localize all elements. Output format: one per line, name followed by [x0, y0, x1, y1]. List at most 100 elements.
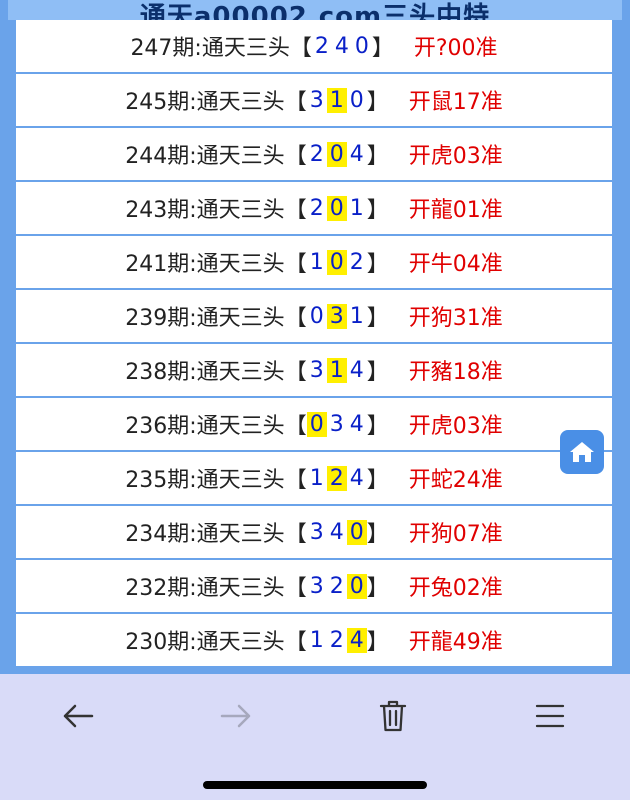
- list-item: 236期:通天三头【0 3 4】开虎03准: [14, 398, 614, 450]
- bracket-close: 】: [366, 522, 389, 547]
- result-label: 开虎03准: [408, 414, 503, 439]
- number: 3: [309, 573, 324, 599]
- highlighted-number: 0: [326, 195, 347, 221]
- highlighted-number: 0: [326, 141, 347, 167]
- bracket-close: 】: [366, 198, 389, 223]
- number: 2: [314, 33, 329, 59]
- menu-button[interactable]: [522, 694, 578, 738]
- bracket-open: 【: [284, 414, 307, 439]
- highlighted-number: 2: [326, 465, 347, 491]
- result-label: 开兔02准: [408, 576, 503, 601]
- bracket-open: 【: [284, 576, 307, 601]
- home-indicator: [203, 781, 427, 789]
- list-item: 245期:通天三头【3 1 0】开鼠17准: [14, 74, 614, 126]
- result-label: 开?00准: [413, 36, 498, 61]
- number: 1: [349, 303, 364, 329]
- issue-label: 232期:通天三头: [125, 576, 285, 601]
- number: 1: [309, 249, 324, 275]
- number: 0: [354, 33, 369, 59]
- bracket-close: 】: [366, 144, 389, 169]
- number: 3: [309, 519, 324, 545]
- page-header: 通天a00002.com三头中特: [8, 0, 622, 20]
- bracket-open: 【: [284, 252, 307, 277]
- issue-label: 243期:通天三头: [125, 198, 285, 223]
- number: 1: [349, 195, 364, 221]
- number: 0: [309, 303, 324, 329]
- bracket-close: 】: [366, 252, 389, 277]
- bracket-close: 】: [366, 468, 389, 493]
- list-item: 238期:通天三头【3 1 4】开豬18准: [14, 344, 614, 396]
- bracket-open: 【: [284, 468, 307, 493]
- highlighted-number: 1: [326, 87, 347, 113]
- issue-label: 230期:通天三头: [125, 630, 285, 655]
- list-item: 235期:通天三头【1 2 4】开蛇24准: [14, 452, 614, 504]
- bracket-open: 【: [284, 306, 307, 331]
- menu-icon: [535, 704, 565, 728]
- trash-icon: [379, 700, 407, 732]
- highlighted-number: 3: [326, 303, 347, 329]
- number: 4: [349, 141, 364, 167]
- number: 4: [349, 411, 364, 437]
- issue-label: 238期:通天三头: [125, 360, 285, 385]
- bracket-close: 】: [366, 576, 389, 601]
- list-item: 241期:通天三头【1 0 2】开牛04准: [14, 236, 614, 288]
- result-label: 开豬18准: [408, 360, 503, 385]
- highlighted-number: 4: [346, 627, 367, 653]
- result-label: 开牛04准: [408, 252, 503, 277]
- home-button[interactable]: [560, 430, 604, 474]
- issue-label: 239期:通天三头: [125, 306, 285, 331]
- bracket-open: 【: [284, 144, 307, 169]
- page-title: 通天a00002.com三头中特: [139, 2, 491, 20]
- result-label: 开虎03准: [408, 144, 503, 169]
- number: 3: [309, 87, 324, 113]
- prediction-list: 247期:通天三头【2 4 0】开?00准 245期:通天三头【3 1 0】开鼠17准 24…: [14, 20, 614, 668]
- number: 3: [329, 411, 344, 437]
- issue-label: 235期:通天三头: [125, 468, 285, 493]
- number: 4: [334, 33, 349, 59]
- highlighted-number: 0: [346, 519, 367, 545]
- highlighted-number: 1: [326, 357, 347, 383]
- bracket-open: 【: [284, 360, 307, 385]
- home-icon: [570, 442, 594, 462]
- result-label: 开蛇24准: [408, 468, 503, 493]
- bracket-close: 】: [366, 414, 389, 439]
- result-label: 开鼠17准: [408, 90, 503, 115]
- issue-label: 241期:通天三头: [125, 252, 285, 277]
- bracket-close: 】: [366, 90, 389, 115]
- number: 2: [349, 249, 364, 275]
- bracket-close: 】: [371, 36, 394, 61]
- result-label: 开狗31准: [408, 306, 503, 331]
- bracket-open: 【: [284, 198, 307, 223]
- highlighted-number: 0: [346, 573, 367, 599]
- issue-label: 245期:通天三头: [125, 90, 285, 115]
- result-label: 开龍49准: [408, 630, 503, 655]
- issue-label: 234期:通天三头: [125, 522, 285, 547]
- delete-button[interactable]: [365, 694, 421, 738]
- list-item: 243期:通天三头【2 0 1】开龍01准: [14, 182, 614, 234]
- number: 4: [329, 519, 344, 545]
- list-item: 232期:通天三头【3 2 0】开兔02准: [14, 560, 614, 612]
- number: 4: [349, 357, 364, 383]
- result-label: 开狗07准: [408, 522, 503, 547]
- issue-label: 244期:通天三头: [125, 144, 285, 169]
- arrow-left-icon: [63, 704, 94, 728]
- list-item: 239期:通天三头【0 3 1】开狗31准: [14, 290, 614, 342]
- list-item: 247期:通天三头【2 4 0】开?00准: [14, 20, 614, 72]
- number: 4: [349, 465, 364, 491]
- bracket-close: 】: [366, 360, 389, 385]
- bracket-open: 【: [284, 90, 307, 115]
- issue-label: 247期:通天三头: [130, 36, 290, 61]
- highlighted-number: 0: [326, 249, 347, 275]
- number: 0: [349, 87, 364, 113]
- forward-button[interactable]: [208, 694, 264, 738]
- bracket-open: 【: [284, 630, 307, 655]
- number: 2: [329, 573, 344, 599]
- bracket-close: 】: [366, 630, 389, 655]
- page-frame: 通天a00002.com三头中特 247期:通天三头【2 4 0】开?00准 245期…: [0, 0, 630, 674]
- back-button[interactable]: [50, 694, 106, 738]
- bracket-open: 【: [284, 522, 307, 547]
- issue-label: 236期:通天三头: [125, 414, 285, 439]
- bracket-open: 【: [289, 36, 312, 61]
- arrow-right-icon: [220, 704, 251, 728]
- number: 3: [309, 357, 324, 383]
